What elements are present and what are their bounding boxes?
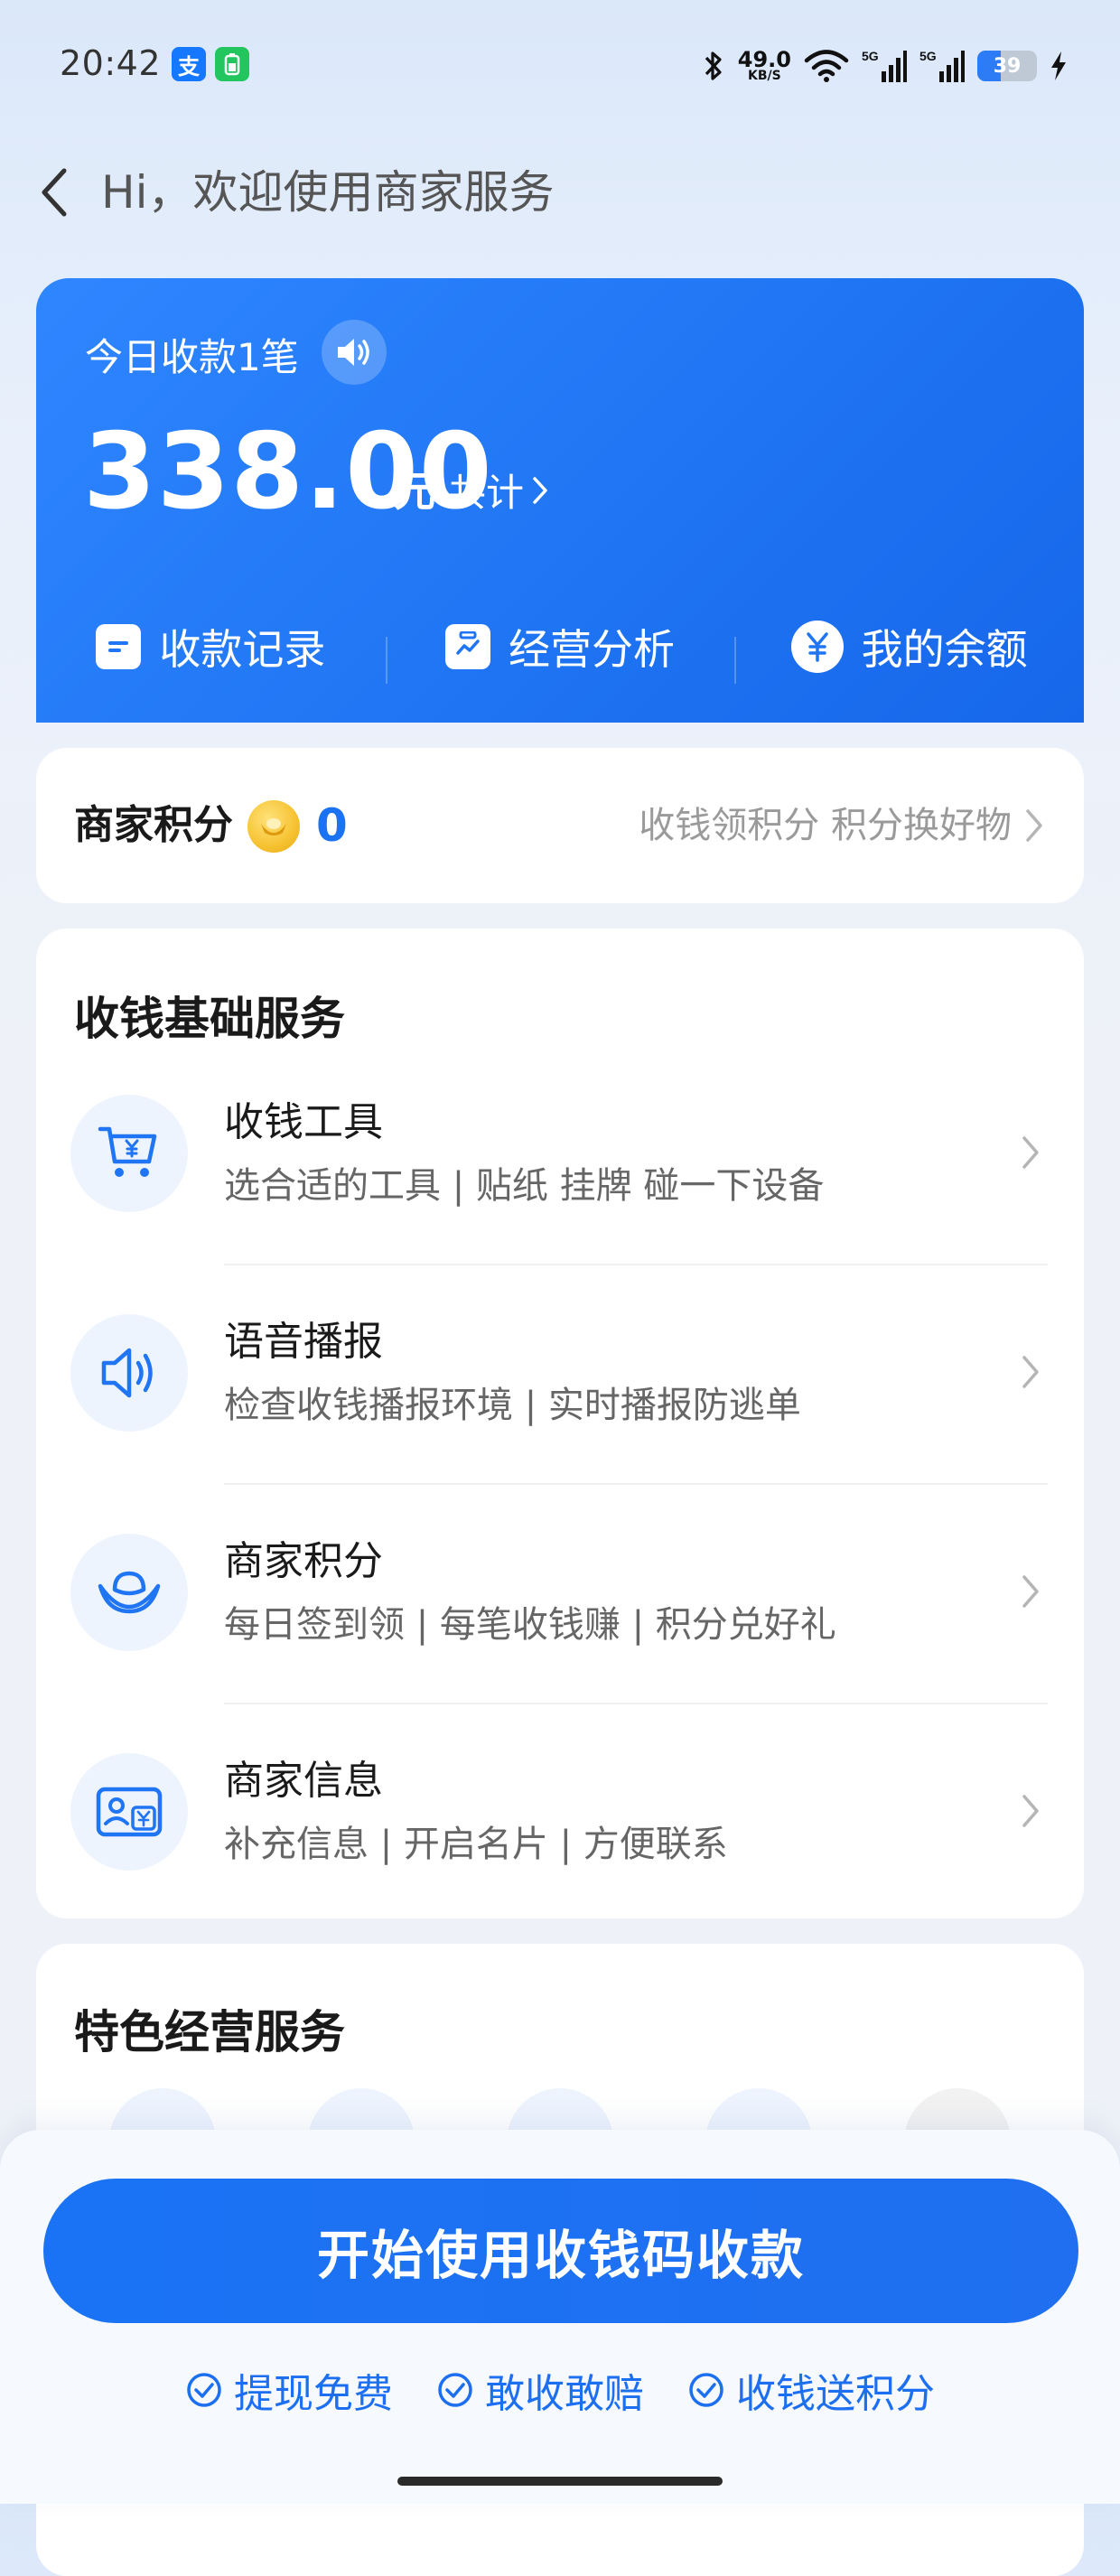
service-desc: 每日签到领 | 每笔收钱赚 | 积分兑好礼 (224, 1604, 836, 1646)
voice-toggle-button[interactable] (322, 320, 387, 385)
service-desc: 补充信息 | 开启名片 | 方便联系 (224, 1824, 728, 1865)
wifi-icon (804, 50, 849, 82)
home-indicator[interactable] (397, 2477, 723, 2486)
service-title: 商家积分 (224, 1538, 383, 1584)
receipt-records-label: 收款记录 (159, 625, 326, 674)
chevron-right-icon (1026, 809, 1042, 842)
service-title: 商家信息 (224, 1758, 383, 1804)
net-speed-unit: KB/S (748, 69, 781, 83)
service-title: 语音播报 (224, 1319, 383, 1365)
speaker-icon (70, 1314, 188, 1432)
basic-services-card: 收钱基础服务 收钱工具 选合适的工具 | 贴纸 挂牌 碰一下设备 语音播报 检查… (36, 929, 1084, 1918)
points-promo-text: 收钱领积分 积分换好物 (639, 805, 1012, 846)
total-link-label: 共计 (448, 471, 525, 515)
summary-actions: 收款记录 经营分析 我的余额 (36, 602, 1084, 692)
service-item-payment-tools[interactable]: 收钱工具 选合适的工具 | 贴纸 挂牌 碰一下设备 (36, 1046, 1084, 1265)
amount-unit: 元 (394, 467, 435, 516)
yuan-icon (790, 621, 844, 673)
chevron-left-icon (42, 168, 67, 217)
service-item-merchant-info[interactable]: 商家信息 补充信息 | 开启名片 | 方便联系 (36, 1704, 1084, 1924)
benefit-label: 收钱送积分 (736, 2371, 935, 2417)
net-speed: 49.0 KB/S (737, 47, 791, 83)
my-balance-button[interactable]: 我的余额 (734, 617, 1084, 684)
id-card-icon (70, 1753, 188, 1871)
merchant-points-title: 商家积分 (74, 802, 233, 848)
speaker-icon (338, 339, 369, 366)
alipay-icon: 支 (172, 47, 206, 81)
back-button[interactable] (27, 161, 81, 224)
my-balance-label: 我的余额 (861, 625, 1028, 674)
chevron-right-icon (1022, 1575, 1039, 1608)
analytics-icon (445, 624, 490, 669)
benefit-item: 提现免费 (185, 2361, 393, 2419)
signal-5g-icon-2: 5G (919, 49, 965, 82)
charging-icon (1051, 51, 1066, 80)
receipt-records-button[interactable]: 收款记录 (36, 617, 386, 677)
signal-5g-icon: 5G (862, 49, 907, 82)
chevron-right-icon (533, 476, 547, 504)
status-indicators: 49.0 KB/S 5G 5G 39 (702, 42, 1068, 90)
total-link[interactable]: 共计 (448, 462, 549, 518)
service-desc: 检查收钱播报环境 | 实时播报防逃单 (224, 1385, 801, 1426)
service-title: 收钱工具 (224, 1099, 383, 1145)
svg-text:5G: 5G (862, 49, 879, 63)
basic-services-title: 收钱基础服务 (74, 993, 345, 1045)
feature-services-title: 特色经营服务 (74, 2006, 345, 2058)
battery-icon: 39 (977, 51, 1037, 81)
check-circle-icon (187, 2373, 221, 2407)
today-summary-card: 今日收款1笔 338.00 元 共计 收款记录 经营分析 我的余额 (36, 278, 1084, 723)
cart-yuan-icon (70, 1095, 188, 1212)
bottom-action-sheet: 开始使用收钱码收款 提现免费 敢收敢赔 收钱送积分 (0, 2130, 1120, 2504)
chevron-right-icon (1022, 1356, 1039, 1388)
gold-ingot-icon (247, 800, 300, 853)
benefit-item: 收钱送积分 (687, 2361, 935, 2419)
business-analysis-button[interactable]: 经营分析 (385, 617, 735, 684)
merchant-points-card[interactable]: 商家积分 0 收钱领积分 积分换好物 (36, 748, 1084, 903)
benefit-item: 敢收敢赔 (436, 2361, 644, 2419)
benefits-row: 提现免费 敢收敢赔 收钱送积分 (0, 2354, 1120, 2426)
net-speed-value: 49.0 (737, 47, 791, 72)
bluetooth-icon (705, 51, 722, 80)
battery-saver-icon (215, 47, 249, 81)
status-time: 20:42 (60, 43, 162, 83)
start-collecting-button[interactable]: 开始使用收钱码收款 (43, 2179, 1078, 2323)
receipt-icon (96, 624, 142, 669)
svg-text:5G: 5G (919, 49, 937, 63)
today-count-label: 今日收款1笔 (85, 335, 299, 379)
check-circle-icon (438, 2373, 472, 2407)
benefit-label: 敢收敢赔 (485, 2371, 644, 2417)
service-item-voice-broadcast[interactable]: 语音播报 检查收钱播报环境 | 实时播报防逃单 (36, 1265, 1084, 1485)
benefit-label: 提现免费 (234, 2371, 393, 2417)
check-circle-icon (689, 2373, 723, 2407)
ingot-icon (70, 1534, 188, 1651)
battery-level: 39 (993, 54, 1022, 78)
merchant-points-value: 0 (316, 799, 348, 852)
chevron-right-icon (1022, 1795, 1039, 1827)
page-title: Hi，欢迎使用商家服务 (101, 166, 555, 219)
service-item-merchant-points[interactable]: 商家积分 每日签到领 | 每笔收钱赚 | 积分兑好礼 (36, 1485, 1084, 1704)
business-analysis-label: 经营分析 (509, 625, 675, 674)
chevron-right-icon (1022, 1136, 1039, 1169)
service-desc: 选合适的工具 | 贴纸 挂牌 碰一下设备 (224, 1165, 825, 1207)
